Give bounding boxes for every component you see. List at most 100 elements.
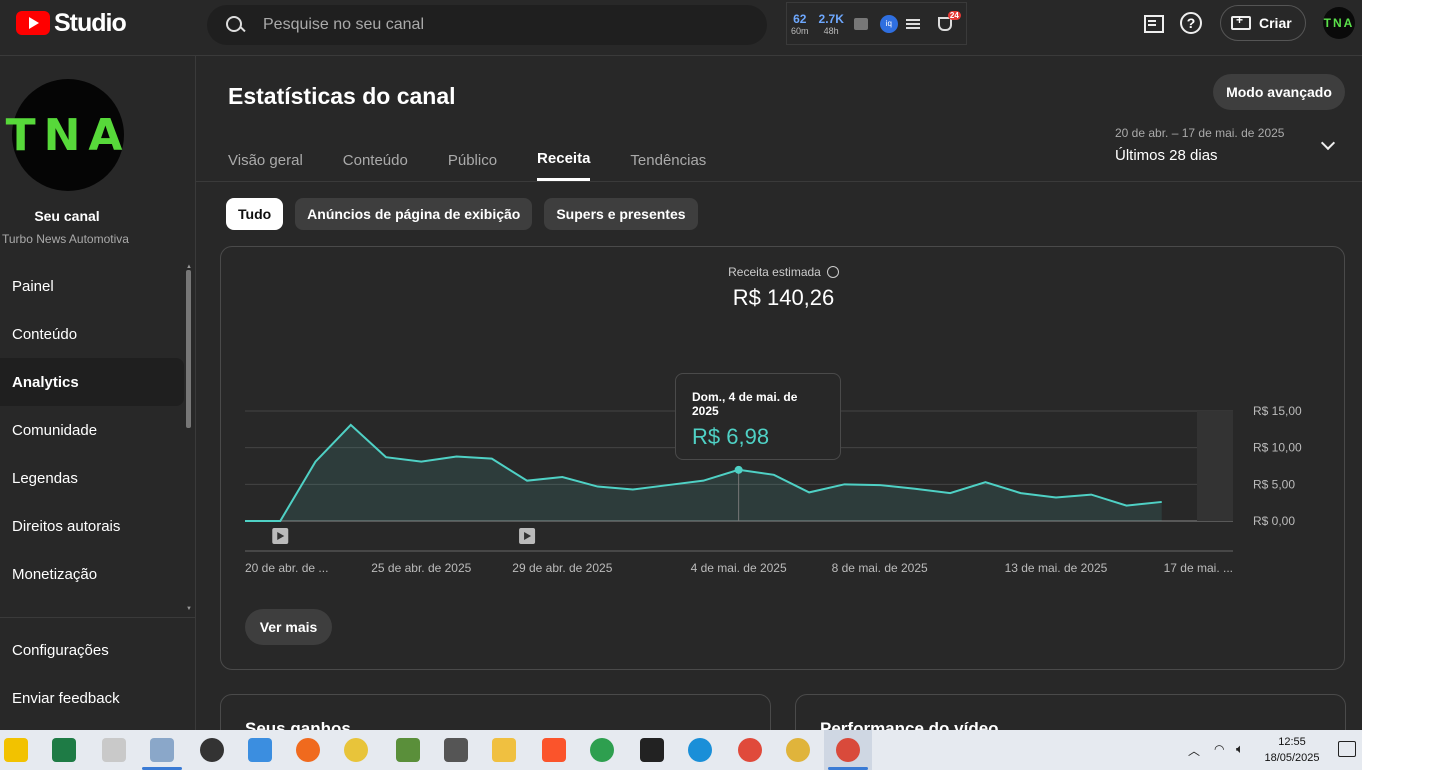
sidebar-nav: Painel Conteúdo Analytics Comunidade Leg… bbox=[0, 262, 184, 598]
sidebar-item-painel[interactable]: Painel bbox=[0, 262, 184, 310]
chevron-down-icon[interactable] bbox=[1320, 135, 1336, 151]
ext-stat1-sub: 60m bbox=[791, 25, 809, 36]
chip-anuncios[interactable]: Anúncios de página de exibição bbox=[295, 198, 533, 230]
earnings-card: Seus ganhos bbox=[220, 694, 771, 730]
revenue-filter-chips: Tudo Anúncios de página de exibição Supe… bbox=[226, 198, 710, 230]
partial-day-shade bbox=[1197, 411, 1233, 521]
period-text: Últimos 28 dias bbox=[1115, 147, 1218, 164]
extension-logo-icon[interactable]: iq bbox=[879, 14, 898, 33]
chart-tooltip: Dom., 4 de mai. de 2025 R$ 6,98 bbox=[675, 373, 841, 460]
create-label: Criar bbox=[1259, 15, 1292, 31]
y-tick-label: R$ 0,00 bbox=[1253, 514, 1295, 528]
search-input[interactable] bbox=[263, 16, 723, 34]
brave-icon[interactable] bbox=[542, 738, 566, 762]
x-tick-label: 8 de mai. de 2025 bbox=[832, 561, 928, 575]
wifi-icon[interactable]: ◠ bbox=[1214, 742, 1224, 782]
excel-icon[interactable] bbox=[52, 738, 76, 762]
edge-icon[interactable] bbox=[688, 738, 712, 762]
chip-supers[interactable]: Supers e presentes bbox=[544, 198, 698, 230]
sidebar-scrollbar[interactable] bbox=[186, 270, 191, 428]
tab-publico[interactable]: Público bbox=[448, 139, 497, 181]
sidebar: TNA Seu canal Turbo News Automotiva Pain… bbox=[0, 56, 196, 730]
system-info-icon[interactable] bbox=[248, 738, 272, 762]
app-icon[interactable] bbox=[344, 738, 368, 762]
sidebar-item-analytics[interactable]: Analytics bbox=[0, 358, 184, 406]
paint3d-icon[interactable] bbox=[150, 738, 174, 762]
x-tick-label: 20 de abr. de ... bbox=[245, 561, 328, 575]
date-range-picker[interactable]: 20 de abr. – 17 de mai. de 2025 Últimos … bbox=[1115, 126, 1284, 164]
taskbar-clock[interactable]: 12:55 18/05/2025 bbox=[1262, 734, 1322, 766]
tabs-divider bbox=[196, 181, 1362, 182]
notion-icon[interactable] bbox=[640, 738, 664, 762]
trophy-badge: 24 bbox=[947, 10, 961, 20]
feedback-icon[interactable] bbox=[1141, 12, 1165, 36]
notifications-icon[interactable] bbox=[1338, 741, 1356, 757]
page-title: Estatísticas do canal bbox=[228, 83, 456, 109]
ext-stat2-sub: 48h bbox=[823, 25, 839, 36]
sidebar-item-legendas[interactable]: Legendas bbox=[0, 454, 184, 502]
sidebar-item-monetizacao[interactable]: Monetização bbox=[0, 550, 184, 598]
ext-stat-views-48h[interactable]: 2.7K 48h bbox=[819, 12, 844, 36]
tab-visao-geral[interactable]: Visão geral bbox=[228, 139, 303, 181]
x-tick-label: 25 de abr. de 2025 bbox=[371, 561, 471, 575]
search-icon bbox=[225, 15, 245, 35]
tab-conteudo[interactable]: Conteúdo bbox=[343, 139, 408, 181]
ext-stat-views-60m[interactable]: 62 60m bbox=[791, 12, 809, 36]
sidebar-item-configuracoes[interactable]: Configurações bbox=[0, 626, 195, 674]
help-icon[interactable]: ? bbox=[1180, 12, 1202, 34]
ext-stat2-value: 2.7K bbox=[818, 11, 844, 26]
chrome-active-icon[interactable] bbox=[836, 738, 860, 762]
scroll-down-arrow-icon[interactable]: ▼ bbox=[186, 606, 192, 612]
trophy-icon[interactable]: 24 bbox=[937, 10, 961, 31]
ext-stat1-value: 62 bbox=[793, 11, 807, 26]
sidebar-item-comunidade[interactable]: Comunidade bbox=[0, 406, 184, 454]
tab-receita[interactable]: Receita bbox=[537, 139, 591, 181]
x-tick-label: 13 de mai. de 2025 bbox=[1005, 561, 1108, 575]
youtube-play-icon bbox=[16, 11, 50, 35]
chrome-profile2-icon[interactable] bbox=[786, 738, 810, 762]
channel-name: Turbo News Automotiva bbox=[2, 232, 129, 246]
search-bar[interactable] bbox=[207, 5, 767, 45]
sidebar-item-enviar-feedback[interactable]: Enviar feedback bbox=[0, 674, 195, 722]
tooltip-value: R$ 6,98 bbox=[692, 424, 770, 449]
recorder-icon[interactable] bbox=[200, 738, 224, 762]
create-button[interactable]: Criar bbox=[1220, 5, 1306, 41]
sidebar-item-conteudo[interactable]: Conteúdo bbox=[0, 310, 184, 358]
y-tick-label: R$ 5,00 bbox=[1253, 477, 1295, 491]
sidebar-bottom-nav: Configurações Enviar feedback bbox=[0, 626, 195, 722]
volume-icon[interactable]: 🔈︎ bbox=[1236, 741, 1244, 781]
sticky-notes-icon[interactable] bbox=[4, 738, 28, 762]
video-performance-card: Performance do vídeo bbox=[795, 694, 1346, 730]
studio-logo[interactable]: Studio bbox=[16, 8, 127, 37]
tooltip-date: Dom., 4 de mai. de 2025 bbox=[692, 390, 798, 418]
advanced-mode-button[interactable]: Modo avançado bbox=[1213, 74, 1345, 110]
chrome-profile-icon[interactable] bbox=[738, 738, 762, 762]
notepad-icon[interactable] bbox=[396, 738, 420, 762]
chip-tudo[interactable]: Tudo bbox=[226, 198, 284, 230]
see-more-button[interactable]: Ver mais bbox=[245, 609, 332, 645]
bar-chart-icon[interactable] bbox=[853, 17, 868, 30]
firefox-icon[interactable] bbox=[296, 738, 320, 762]
top-header: Studio 62 60m 2.7K 48h iq 24 ? C bbox=[0, 0, 1362, 56]
channel-avatar[interactable]: TNA bbox=[6, 79, 124, 191]
file-explorer-icon[interactable] bbox=[492, 738, 516, 762]
x-tick-label: 4 de mai. de 2025 bbox=[691, 561, 787, 575]
logo-text: Studio bbox=[54, 8, 127, 37]
earnings-card-title: Seus ganhos bbox=[245, 719, 351, 730]
tab-tendencias[interactable]: Tendências bbox=[630, 139, 706, 181]
analytics-tabs: Visão geral Conteúdo Público Receita Ten… bbox=[228, 139, 746, 181]
windows-taskbar: ︿ ◠ 🔈︎ 12:55 18/05/2025 bbox=[0, 730, 1362, 770]
sidebar-item-direitos-autorais[interactable]: Direitos autorais bbox=[0, 502, 184, 550]
y-tick-label: R$ 15,00 bbox=[1253, 404, 1302, 418]
account-avatar[interactable]: TNA bbox=[1323, 7, 1355, 39]
paint-icon[interactable] bbox=[102, 738, 126, 762]
chevron-up-icon[interactable]: ︿ bbox=[1188, 742, 1200, 782]
x-tick-label: 29 de abr. de 2025 bbox=[512, 561, 612, 575]
chrome-icon[interactable] bbox=[590, 738, 614, 762]
menu-icon[interactable] bbox=[905, 17, 920, 31]
video-performance-title: Performance do vídeo bbox=[820, 719, 999, 730]
highlight-point bbox=[734, 465, 743, 474]
taskbar-date: 18/05/2025 bbox=[1264, 752, 1320, 764]
x-tick-label: 17 de mai. ... bbox=[1164, 561, 1233, 575]
calculator-icon[interactable] bbox=[444, 738, 468, 762]
